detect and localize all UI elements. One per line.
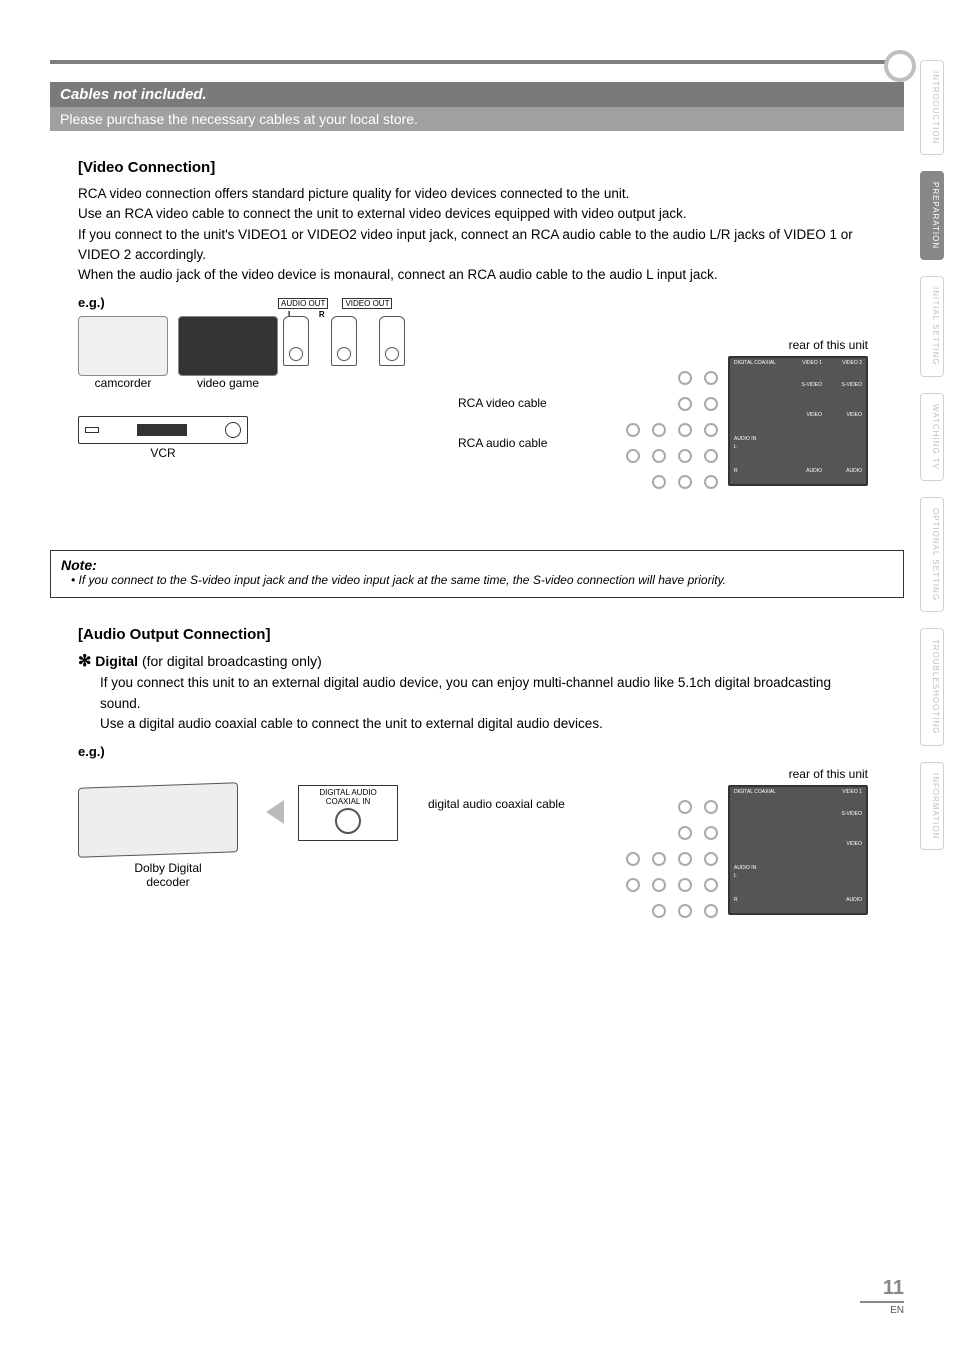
banner-title: Cables not included. <box>50 82 904 107</box>
audio-eg-label: e.g.) <box>78 744 868 759</box>
note-title: Note: <box>61 557 893 573</box>
note-box: Note: If you connect to the S-video inpu… <box>50 550 904 598</box>
arrow-left-icon <box>266 800 284 824</box>
video-p1: RCA video connection offers standard pic… <box>78 184 868 204</box>
audio-p1: If you connect this unit to an external … <box>100 673 868 714</box>
decoder-icon: Dolby Digital decoder <box>78 765 258 875</box>
rear-jacks-grid-2 <box>518 800 718 910</box>
video-connection-section: [Video Connection] RCA video connection … <box>78 159 868 536</box>
plug-labels: AUDIO OUT VIDEO OUT <box>278 298 448 309</box>
page-lang: EN <box>860 1301 904 1316</box>
plug-video-icon <box>379 316 405 366</box>
page-footer: 11 EN <box>860 1277 904 1318</box>
page-content: Cables not included. Please purchase the… <box>50 60 904 945</box>
rear-unit-label-2: rear of this unit <box>789 767 868 781</box>
audio-p2: Use a digital audio coaxial cable to con… <box>100 714 868 734</box>
rear-unit-label-1: rear of this unit <box>789 338 868 352</box>
decoder-label-1: Dolby Digital <box>134 861 201 875</box>
rear-jack-panel-2: DIGITAL COAXIAL VIDEO 1 S-VIDEO VIDEO AU… <box>728 785 868 915</box>
video-p3: If you connect to the unit's VIDEO1 or V… <box>78 225 868 266</box>
camcorder-icon <box>78 316 168 376</box>
video-game-icon <box>178 316 278 376</box>
tab-introduction[interactable]: INTRODUCTION <box>920 60 944 155</box>
tab-troubleshooting[interactable]: TROUBLESHOOTING <box>920 628 944 745</box>
plug-audio-l-icon <box>283 316 309 366</box>
digital-rest: (for digital broadcasting only) <box>138 653 322 669</box>
rear-jacks-grid-1 <box>518 371 718 481</box>
star-icon: ✻ <box>78 653 91 670</box>
header-rule <box>50 60 904 64</box>
tab-information[interactable]: INFORMATION <box>920 762 944 850</box>
coaxial-jack-icon <box>335 808 361 834</box>
note-body: If you connect to the S-video input jack… <box>71 573 893 587</box>
video-diagram: camcorder video game AUDIO OUT VIDEO OUT… <box>78 316 868 536</box>
banner-subtitle: Please purchase the necessary cables at … <box>50 107 904 131</box>
camcorder-label: camcorder <box>78 376 168 390</box>
plug-audio-r-icon <box>331 316 357 366</box>
tab-initial-setting[interactable]: INITIAL SETTING <box>920 276 944 377</box>
page-number: 11 <box>860 1277 904 1300</box>
side-tabs: INTRODUCTION PREPARATION INITIAL SETTING… <box>920 60 944 850</box>
digital-subheading: ✻ Digital (for digital broadcasting only… <box>78 651 868 671</box>
audio-diagram: Dolby Digital decoder DIGITAL AUDIO COAX… <box>78 765 868 945</box>
video-p4: When the audio jack of the video device … <box>78 265 868 285</box>
digital-bold: Digital <box>95 653 138 669</box>
tab-watching-tv[interactable]: WATCHING TV <box>920 393 944 481</box>
vcr-icon: VCR <box>78 416 248 460</box>
vcr-label: VCR <box>78 446 248 460</box>
video-eg-label: e.g.) <box>78 295 868 310</box>
audio-heading: [Audio Output Connection] <box>78 626 868 643</box>
video-game-label: video game <box>178 376 278 390</box>
tab-optional-setting[interactable]: OPTIONAL SETTING <box>920 497 944 612</box>
rca-plugs <box>283 316 405 366</box>
video-heading: [Video Connection] <box>78 159 868 176</box>
video-p2: Use an RCA video cable to connect the un… <box>78 204 868 224</box>
decoder-label-2: decoder <box>146 875 189 889</box>
coaxial-in-box: DIGITAL AUDIO COAXIAL IN <box>298 785 398 841</box>
rear-jack-panel-1: DIGITAL COAXIAL VIDEO 1 VIDEO 2 S-VIDEO … <box>728 356 868 486</box>
tab-preparation[interactable]: PREPARATION <box>920 171 944 260</box>
audio-output-section: [Audio Output Connection] ✻ Digital (for… <box>78 626 868 945</box>
